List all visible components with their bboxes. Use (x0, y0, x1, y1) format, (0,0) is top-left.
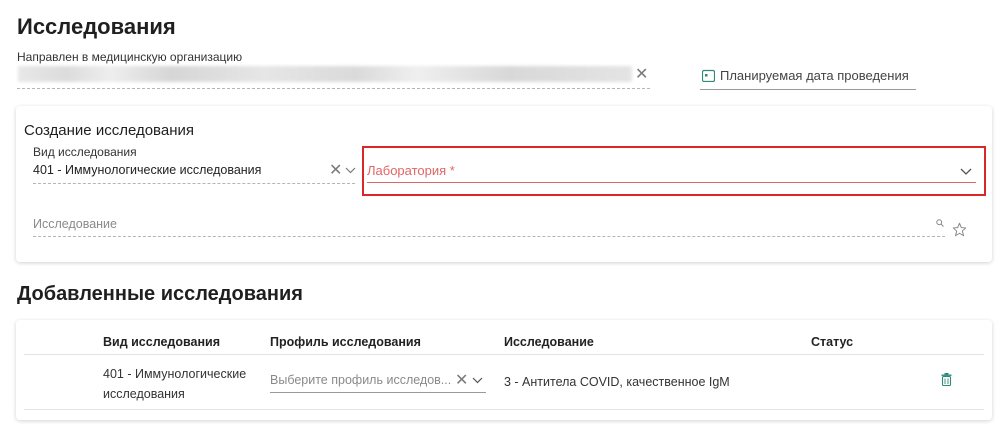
clear-icon[interactable]: ✕ (635, 67, 648, 83)
row-divider (24, 409, 984, 410)
research-type-label: Вид исследования (33, 145, 137, 159)
page-title: Исследования (17, 14, 176, 39)
referral-label: Направлен в медицинскую организацию (17, 50, 243, 64)
clear-icon[interactable]: ✕ (329, 163, 342, 179)
row-profile-underline (270, 392, 486, 393)
trash-icon[interactable] (941, 373, 952, 386)
laboratory-underline (367, 182, 976, 183)
row-type-cell: 401 - Иммунологические исследования (103, 364, 246, 404)
create-research-title: Создание исследования (24, 122, 194, 139)
column-header-type: Вид исследования (103, 335, 221, 349)
referral-org-value[interactable] (18, 66, 632, 82)
row-type-line1: 401 - Иммунологические (103, 367, 247, 381)
laboratory-highlight (362, 146, 986, 196)
chevron-down-icon[interactable] (472, 377, 483, 384)
row-type-line2: исследования (103, 387, 185, 401)
referral-org-underline (17, 88, 650, 89)
chevron-down-icon[interactable] (960, 168, 972, 175)
row-research-cell: 3 - Антитела COVID, качественное IgM (504, 375, 730, 389)
column-header-profile: Профиль исследования (270, 335, 421, 349)
planned-date-field[interactable]: Планируемая дата проведения (700, 66, 916, 88)
row-profile-select[interactable]: Выберите профиль исследов... (270, 373, 451, 387)
calendar-icon (702, 69, 715, 82)
star-icon[interactable] (952, 222, 967, 237)
added-research-title: Добавленные исследования (17, 283, 303, 305)
planned-date-underline (700, 89, 916, 90)
search-icon[interactable] (936, 219, 944, 227)
chevron-down-icon[interactable] (345, 167, 356, 174)
column-header-research: Исследование (504, 335, 594, 349)
laboratory-select[interactable]: Лаборатория * (367, 163, 455, 178)
research-search-input[interactable]: Исследование (33, 217, 117, 231)
research-type-value[interactable]: 401 - Иммунологические исследования (33, 163, 261, 177)
column-header-status: Статус (811, 335, 854, 349)
planned-date-placeholder: Планируемая дата проведения (720, 68, 909, 83)
clear-icon[interactable]: ✕ (455, 373, 468, 389)
research-search-underline (33, 236, 945, 237)
research-type-underline (33, 183, 355, 184)
